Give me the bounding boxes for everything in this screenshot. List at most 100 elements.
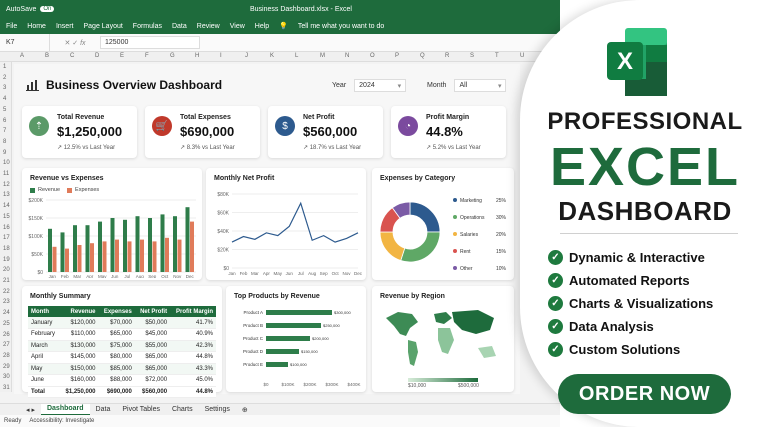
table-cell[interactable]: June [28,374,61,387]
table-cell[interactable]: $88,000 [98,374,135,387]
table-cell[interactable]: $150,000 [60,363,99,375]
row-header-26[interactable]: 26 [3,332,10,338]
table-cell[interactable]: $85,000 [98,363,135,375]
row-header-5[interactable]: 5 [3,107,6,113]
row-header-28[interactable]: 28 [3,353,10,359]
column-header-i[interactable]: I [220,53,222,59]
table-cell[interactable]: $72,000 [134,374,171,387]
column-header-l[interactable]: L [295,53,298,59]
year-dropdown[interactable]: 2024 [354,79,407,92]
column-header-c[interactable]: C [70,53,74,59]
column-header-a[interactable]: A [20,53,24,59]
row-header-31[interactable]: 31 [3,385,10,391]
column-header-f[interactable]: F [145,53,149,59]
autosave-toggle[interactable]: On [40,6,55,12]
month-dropdown[interactable]: All [454,79,507,92]
table-cell[interactable]: 43.3% [170,363,216,375]
column-header-d[interactable]: D [95,53,99,59]
menu-insert[interactable]: Insert [56,23,74,30]
column-header-n[interactable]: N [345,53,349,59]
tell-me-search[interactable]: Tell me what you want to do [298,23,384,30]
row-header-19[interactable]: 19 [3,257,10,263]
table-cell[interactable]: January [28,317,61,329]
row-header-17[interactable]: 17 [3,235,10,241]
menu-page-layout[interactable]: Page Layout [83,23,122,30]
row-header-22[interactable]: 22 [3,289,10,295]
row-header-16[interactable]: 16 [3,225,10,231]
row-header-4[interactable]: 4 [3,96,6,102]
row-header-7[interactable]: 7 [3,128,6,134]
table-cell[interactable]: $1,250,000 [60,385,99,398]
table-cell[interactable]: $145,000 [60,351,99,364]
row-header-6[interactable]: 6 [3,118,6,124]
row-header-20[interactable]: 20 [3,267,10,273]
tab-charts[interactable]: Charts [166,406,199,413]
table-cell[interactable]: Total [28,385,61,398]
status-accessibility[interactable]: Accessibility: Investigate [29,418,94,424]
menu-formulas[interactable]: Formulas [133,23,162,30]
tab-settings[interactable]: Settings [199,406,236,413]
table-cell[interactable]: $65,000 [134,363,171,375]
column-header-p[interactable]: P [395,53,399,59]
table-cell[interactable]: $50,000 [134,317,171,329]
tab-data[interactable]: Data [90,406,117,413]
add-sheet-icon[interactable]: ⊕ [236,406,254,414]
row-header-2[interactable]: 2 [3,75,6,81]
row-header-1[interactable]: 1 [3,64,6,70]
table-cell[interactable]: February [28,328,61,341]
table-cell[interactable]: $160,000 [60,374,99,387]
row-header-8[interactable]: 8 [3,139,6,145]
table-cell[interactable]: $55,000 [134,340,171,352]
table-cell[interactable]: May [28,363,61,375]
column-header-o[interactable]: O [370,53,375,59]
table-cell[interactable]: $75,000 [98,340,135,352]
row-header-30[interactable]: 30 [3,374,10,380]
table-cell[interactable]: $690,000 [98,385,135,398]
column-header-k[interactable]: K [270,53,274,59]
table-cell[interactable]: $65,000 [98,328,135,341]
table-cell[interactable]: 45.0% [170,374,216,387]
menu-view[interactable]: View [230,23,245,30]
table-cell[interactable]: March [28,340,61,352]
row-header-25[interactable]: 25 [3,321,10,327]
table-cell[interactable]: $80,000 [98,351,135,364]
tab-pivot-tables[interactable]: Pivot Tables [116,406,166,413]
column-header-j[interactable]: J [245,53,248,59]
table-cell[interactable]: $560,000 [134,385,171,398]
row-header-9[interactable]: 9 [3,150,6,156]
row-header-15[interactable]: 15 [3,214,10,220]
row-header-10[interactable]: 10 [3,160,10,166]
table-cell[interactable]: 42.3% [170,340,216,352]
order-now-button[interactable]: ORDER NOW [558,374,731,414]
column-header-b[interactable]: B [45,53,49,59]
menu-data[interactable]: Data [172,23,187,30]
table-cell[interactable]: 40.9% [170,328,216,341]
row-header-23[interactable]: 23 [3,299,10,305]
row-header-12[interactable]: 12 [3,182,10,188]
tab-nav-arrows[interactable]: ◂ ▸ [20,406,41,414]
menu-file[interactable]: File [6,23,17,30]
row-header-21[interactable]: 21 [3,278,10,284]
table-cell[interactable]: $65,000 [134,351,171,364]
table-cell[interactable]: 41.7% [170,317,216,329]
menu-review[interactable]: Review [197,23,220,30]
table-cell[interactable]: $70,000 [98,317,135,329]
row-header-13[interactable]: 13 [3,192,10,198]
row-header-14[interactable]: 14 [3,203,10,209]
menu-help[interactable]: Help [255,23,269,30]
table-cell[interactable]: $45,000 [134,328,171,341]
menu-home[interactable]: Home [27,23,46,30]
column-header-q[interactable]: Q [420,53,425,59]
table-cell[interactable]: $110,000 [60,328,99,341]
table-cell[interactable]: 44.8% [170,351,216,364]
row-header-3[interactable]: 3 [3,85,6,91]
row-header-18[interactable]: 18 [3,246,10,252]
table-cell[interactable]: 44.8% [170,385,216,398]
row-header-29[interactable]: 29 [3,364,10,370]
column-header-t[interactable]: T [495,53,499,59]
table-cell[interactable]: April [28,351,61,364]
row-header-27[interactable]: 27 [3,342,10,348]
column-header-m[interactable]: M [320,53,325,59]
column-header-g[interactable]: G [170,53,175,59]
row-header-24[interactable]: 24 [3,310,10,316]
